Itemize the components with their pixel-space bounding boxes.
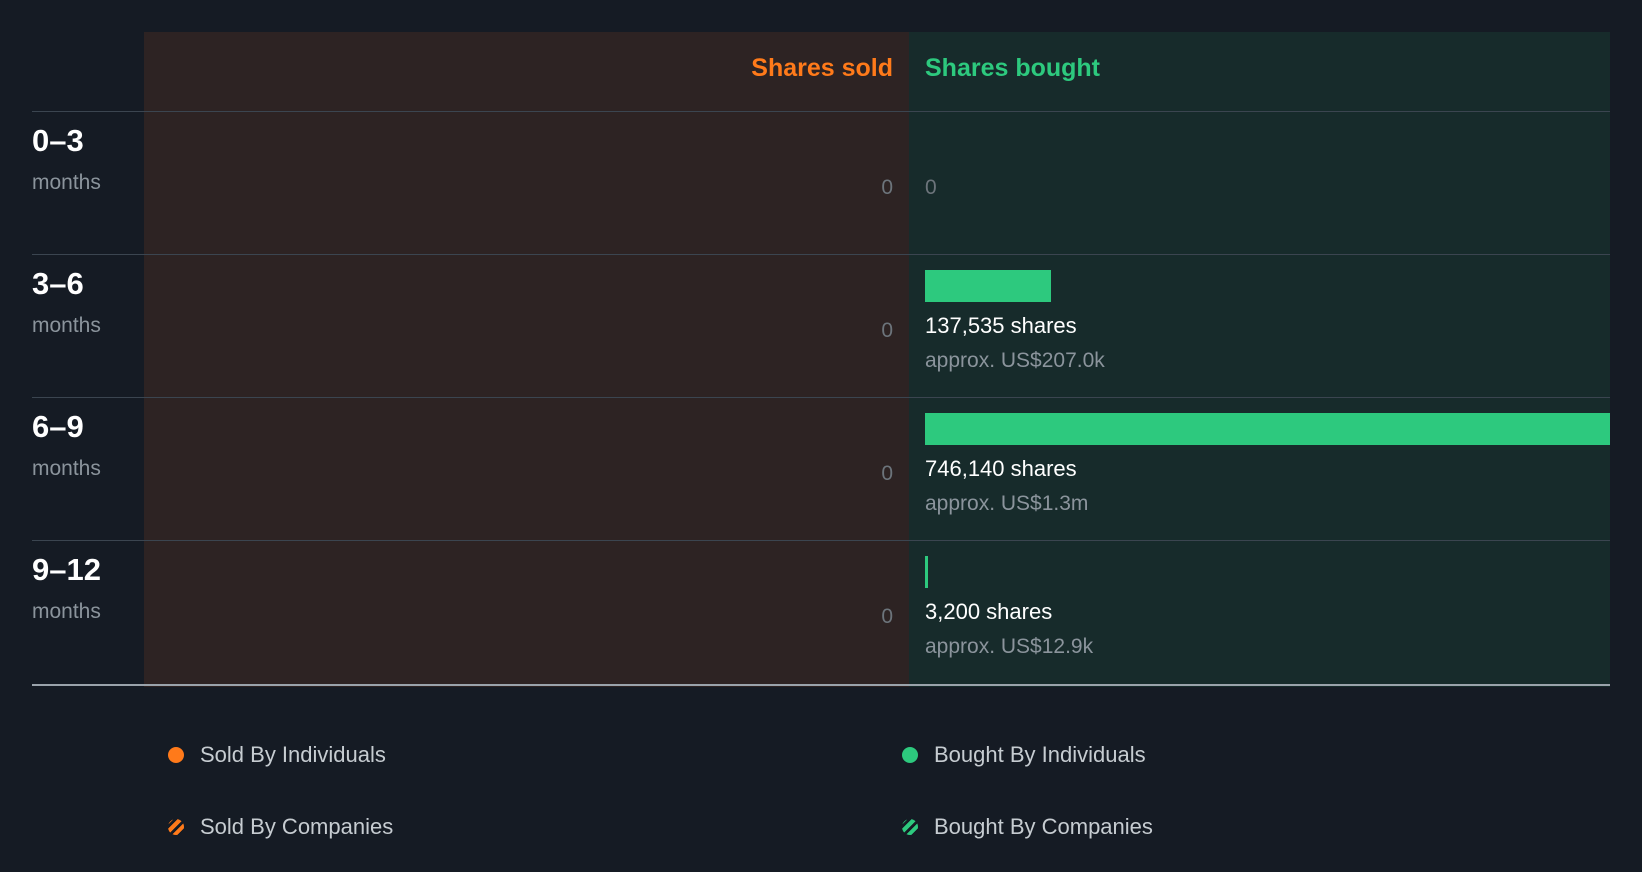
legend-dot-icon xyxy=(168,747,184,763)
bought-value-label: approx. US$1.3m xyxy=(925,492,1089,515)
legend-label: Bought By Companies xyxy=(934,814,1153,839)
legend-dot-icon xyxy=(902,747,918,763)
bought-value-label: approx. US$12.9k xyxy=(925,635,1094,658)
legend-item: Sold By Individuals xyxy=(168,742,386,768)
bought-shares-label: 746,140 shares xyxy=(925,456,1077,481)
bought-shares-label: 137,535 shares xyxy=(925,313,1077,338)
period-unit-label: months xyxy=(32,600,101,623)
shares-bought-header: Shares bought xyxy=(925,54,1101,82)
legend-item: Sold By Companies xyxy=(168,814,393,840)
period-unit-label: months xyxy=(32,457,101,480)
shares-sold-header: Shares sold xyxy=(751,54,893,82)
period-label: 6–9 xyxy=(32,409,84,444)
chart-baseline xyxy=(32,684,1610,686)
sold-value-label: 0 xyxy=(881,176,893,199)
legend-label: Sold By Companies xyxy=(200,814,394,839)
sold-value-label: 0 xyxy=(881,605,893,628)
period-label: 3–6 xyxy=(32,266,84,301)
bought-bar xyxy=(925,270,1051,302)
bought-shares-label: 3,200 shares xyxy=(925,599,1053,624)
legend-label: Bought By Individuals xyxy=(934,742,1146,767)
sold-value-label: 0 xyxy=(881,462,893,485)
legend-striped-dot-icon xyxy=(168,819,184,835)
bought-value-label: approx. US$207.0k xyxy=(925,349,1105,372)
legend-item: Bought By Companies xyxy=(902,814,1153,840)
legend: Sold By Individuals Bought By Individuals… xyxy=(0,700,1642,872)
insider-trading-chart: Shares sold Shares bought 0–3 months 0 0 3–6… xyxy=(0,0,1642,700)
row-divider xyxy=(32,540,1610,541)
sold-value-label: 0 xyxy=(881,319,893,342)
period-unit-label: months xyxy=(32,171,101,194)
bought-bar xyxy=(925,556,928,588)
shares-sold-column xyxy=(144,32,909,687)
legend-striped-dot-icon xyxy=(902,819,918,835)
legend-item: Bought By Individuals xyxy=(902,742,1146,768)
period-unit-label: months xyxy=(32,314,101,337)
row-divider xyxy=(32,111,1610,112)
row-divider xyxy=(32,254,1610,255)
period-label: 0–3 xyxy=(32,123,84,158)
row-divider xyxy=(32,397,1610,398)
period-label: 9–12 xyxy=(32,552,101,587)
bought-value-label: 0 xyxy=(925,176,937,199)
legend-label: Sold By Individuals xyxy=(200,742,386,767)
bought-bar xyxy=(925,413,1610,445)
